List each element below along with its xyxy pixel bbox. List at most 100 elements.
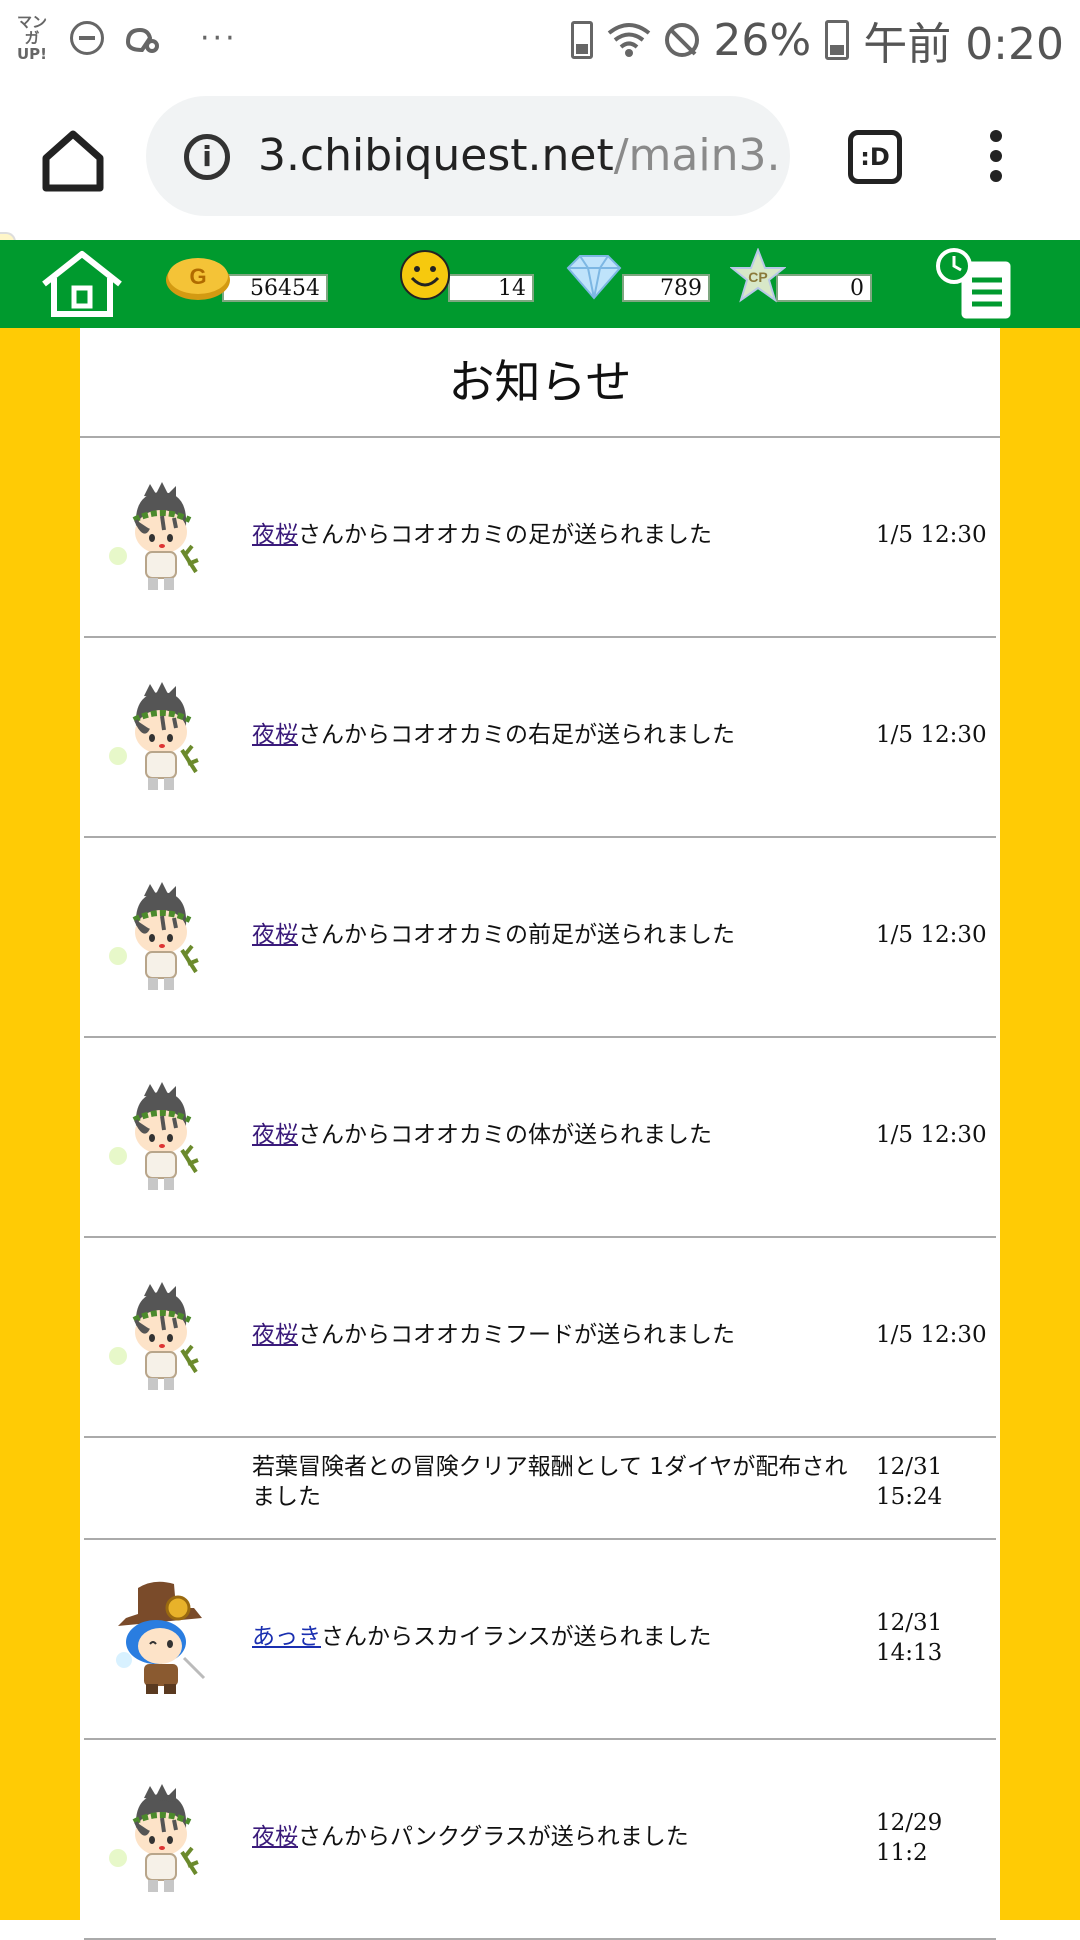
notice-time: 12/31 14:13 xyxy=(876,1608,996,1668)
battery-percent: 26% xyxy=(713,14,812,66)
notice-text: 若葉冒険者との冒険クリア報酬として 1ダイヤが配布されました xyxy=(252,1454,848,1510)
browser-toolbar: i 3.chibiquest.net/main3. :D xyxy=(0,78,1080,240)
smile-value: 14 xyxy=(448,274,534,302)
clock: 午前 0:20 xyxy=(863,19,1064,70)
notice-row: 夜桜さんからパンクグラスが送られました 12/29 11:2 xyxy=(84,1740,996,1940)
green-hair-avatar xyxy=(104,476,214,596)
notice-message: 若葉冒険者との冒険クリア報酬として 1ダイヤが配布されました xyxy=(252,1452,862,1512)
url-text[interactable]: 3.chibiquest.net/main3. xyxy=(258,130,778,181)
green-hair-avatar xyxy=(104,676,214,796)
battery-saver-icon xyxy=(571,21,594,59)
notice-message: 夜桜さんからコオオカミフードが送られました xyxy=(252,1320,862,1350)
gold-coin-icon: G xyxy=(166,258,230,300)
gold-stat: 56454 G xyxy=(164,258,364,302)
notice-text: さんからコオオカミの体が送られました xyxy=(298,1122,712,1148)
notice-message: 夜桜さんからコオオカミの前足が送られました xyxy=(252,920,862,950)
notice-row: 夜桜さんからコオオカミの体が送られました 1/5 12:30 xyxy=(84,1038,996,1238)
sender-link[interactable]: あっき xyxy=(252,1624,321,1650)
blue-hair-hat-avatar xyxy=(104,1578,214,1698)
status-bar-left: マンガ UP! ··· xyxy=(12,14,238,62)
tab-switcher-button[interactable]: :D xyxy=(848,130,902,184)
battery-icon xyxy=(825,20,850,60)
notice-time-line1: 1/5 12:30 xyxy=(876,1322,987,1348)
smile-face-icon xyxy=(400,250,450,300)
more-notifications-icon: ··· xyxy=(200,20,238,56)
notice-time: 1/5 12:30 xyxy=(876,1120,996,1150)
notice-time: 1/5 12:30 xyxy=(876,920,996,950)
notice-time: 12/31 15:24 xyxy=(876,1452,996,1512)
game-home-icon[interactable] xyxy=(38,248,126,322)
notice-panel: お知らせ 夜桜さんからコオオカミの足が送られました 1/5 12:30 夜桜さんか… xyxy=(80,328,1000,1940)
url-host: 3.chibiquest.net xyxy=(258,130,614,181)
notice-time-line1: 12/29 xyxy=(876,1810,943,1836)
notice-time: 12/29 11:2 xyxy=(876,1808,996,1868)
cp-star-icon: CP xyxy=(730,248,786,303)
notice-time-line1: 12/31 xyxy=(876,1610,943,1636)
cp-star-label: CP xyxy=(748,269,767,285)
notice-time: 1/5 12:30 xyxy=(876,720,996,750)
gold-value: 56454 xyxy=(222,274,328,302)
sender-link[interactable]: 夜桜 xyxy=(252,1824,298,1850)
diamond-stat: 789 xyxy=(564,255,714,302)
status-bar: マンガ UP! ··· 26% 午前 0:20 xyxy=(0,0,1080,78)
notice-row: 夜桜さんからコオオカミの前足が送られました 1/5 12:30 xyxy=(84,838,996,1038)
notice-time: 1/5 12:30 xyxy=(876,1320,996,1350)
browser-menu-icon[interactable] xyxy=(986,130,1006,190)
green-hair-avatar xyxy=(104,1276,214,1396)
notice-time-line1: 12/31 xyxy=(876,1454,943,1480)
notice-row: あっきさんからスカイランスが送られました 12/31 14:13 xyxy=(84,1540,996,1740)
page-title: お知らせ xyxy=(80,328,1000,438)
cp-value: 0 xyxy=(776,274,872,302)
notice-time: 1/5 12:30 xyxy=(876,520,996,550)
notice-time-line1: 1/5 12:30 xyxy=(876,1122,987,1148)
notice-time-line1: 1/5 12:30 xyxy=(876,722,987,748)
notice-message: あっきさんからスカイランスが送られました xyxy=(252,1622,862,1652)
notice-time-line2: 15:24 xyxy=(876,1484,943,1510)
cp-stat: 0 CP xyxy=(730,248,880,303)
site-info-icon[interactable]: i xyxy=(184,134,230,180)
status-bar-right: 26% 午前 0:20 xyxy=(571,8,1064,72)
notice-time-line2: 11:2 xyxy=(876,1840,928,1866)
notice-text: さんからコオオカミの右足が送られました xyxy=(298,722,735,748)
gold-coin-letter: G xyxy=(189,264,206,289)
notice-text: さんからコオオカミフードが送られました xyxy=(298,1322,735,1348)
notice-text: さんからスカイランスが送られました xyxy=(321,1624,712,1650)
notice-text: さんからコオオカミの前足が送られました xyxy=(298,922,735,948)
diamond-value: 789 xyxy=(622,274,710,302)
yellow-frame-right xyxy=(1000,328,1080,1920)
game-header: 56454 G 14 789 0 CP xyxy=(0,240,1080,328)
sender-link[interactable]: 夜桜 xyxy=(252,522,298,548)
notice-text: さんからパンクグラスが送られました xyxy=(298,1824,689,1850)
notice-message: 夜桜さんからコオオカミの体が送られました xyxy=(252,1120,862,1150)
green-hair-avatar xyxy=(104,1076,214,1196)
notice-row: 夜桜さんからコオオカミフードが送られました 1/5 12:30 xyxy=(84,1238,996,1438)
sender-link[interactable]: 夜桜 xyxy=(252,1322,298,1348)
notice-list: 夜桜さんからコオオカミの足が送られました 1/5 12:30 夜桜さんからコオオカ… xyxy=(80,438,1000,1940)
wifi-icon xyxy=(608,23,651,57)
yellow-frame-left xyxy=(0,328,80,1920)
green-hair-avatar xyxy=(104,876,214,996)
notice-row: 若葉冒険者との冒険クリア報酬として 1ダイヤが配布されました 12/31 15:24 xyxy=(84,1438,996,1540)
smile-stat: 14 xyxy=(398,250,538,302)
settings-cloud-icon xyxy=(125,27,159,53)
manga-up-app-icon: マンガ UP! xyxy=(16,13,47,63)
notice-message: 夜桜さんからパンクグラスが送られました xyxy=(252,1822,862,1852)
history-list-icon[interactable] xyxy=(934,246,1016,324)
notice-row: 夜桜さんからコオオカミの右足が送られました 1/5 12:30 xyxy=(84,638,996,838)
notice-message: 夜桜さんからコオオカミの足が送られました xyxy=(252,520,862,550)
browser-home-icon[interactable] xyxy=(38,126,108,196)
do-not-disturb-icon xyxy=(70,21,104,55)
sender-link[interactable]: 夜桜 xyxy=(252,722,298,748)
url-path: /main3. xyxy=(613,130,778,181)
sender-link[interactable]: 夜桜 xyxy=(252,922,298,948)
green-hair-avatar xyxy=(104,1778,214,1898)
notice-time-line1: 1/5 12:30 xyxy=(876,522,987,548)
blocked-icon xyxy=(665,23,700,57)
address-bar[interactable]: i 3.chibiquest.net/main3. xyxy=(146,96,790,216)
notice-row: 夜桜さんからコオオカミの足が送られました 1/5 12:30 xyxy=(84,438,996,638)
diamond-icon xyxy=(566,255,622,300)
notice-message: 夜桜さんからコオオカミの右足が送られました xyxy=(252,720,862,750)
notice-time-line1: 1/5 12:30 xyxy=(876,922,987,948)
sender-link[interactable]: 夜桜 xyxy=(252,1122,298,1148)
notice-text: さんからコオオカミの足が送られました xyxy=(298,522,712,548)
